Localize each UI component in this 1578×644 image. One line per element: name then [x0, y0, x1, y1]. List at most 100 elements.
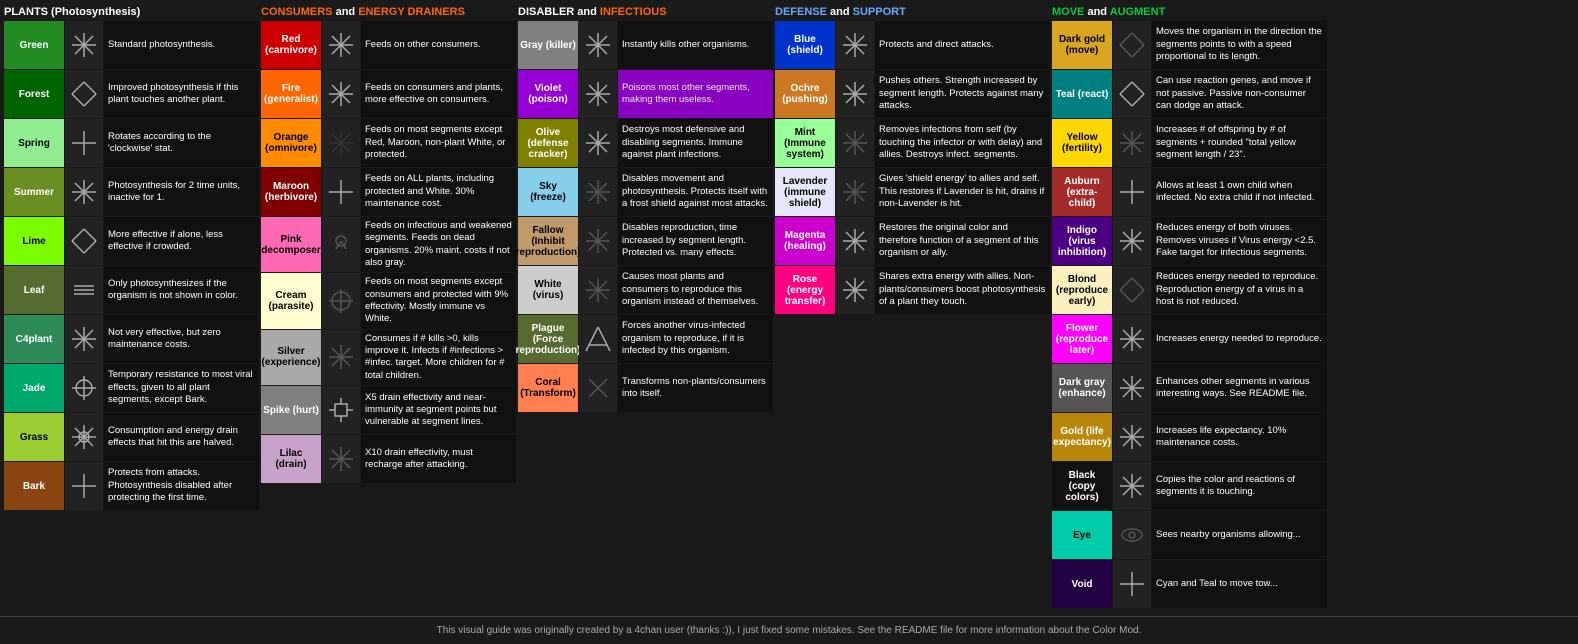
icon-void [1113, 560, 1151, 608]
table-row: Bark Protects from attacks. Photosynthes… [4, 462, 259, 510]
icon-sky [579, 168, 617, 216]
desc-leaf: Only photosynthesizes if the organism is… [104, 266, 259, 314]
color-forest: Forest [4, 70, 64, 118]
table-row: Spike (hurt) X5 drain effectivity and ne… [261, 386, 516, 434]
desc-black: Copies the color and reactions of segmen… [1152, 462, 1327, 510]
icon-jade [65, 364, 103, 412]
color-jade: Jade [4, 364, 64, 412]
icon-mint [836, 119, 874, 167]
plants-section: PLANTS (Photosynthesis) Green Standard p… [4, 4, 259, 608]
color-gray: Gray (killer) [518, 21, 578, 69]
desc-violet: Poisons most other segments, making them… [618, 70, 773, 118]
table-row: Olive (defense cracker) Destroys most de… [518, 119, 773, 167]
color-grass: Grass [4, 413, 64, 461]
desc-auburn: Allows at least 1 own child when infecte… [1152, 168, 1327, 216]
desc-gold: Increases life expectancy. 10% maintenan… [1152, 413, 1327, 461]
table-row: Void Cyan and Teal to move tow... [1052, 560, 1327, 608]
icon-blue [836, 21, 874, 69]
table-row: Lime More effective if alone, less effec… [4, 217, 259, 265]
desc-jade: Temporary resistance to most viral effec… [104, 364, 259, 412]
desc-orange: Feeds on most segments except Red, Maroo… [361, 119, 516, 167]
desc-indigo: Reduces energy of both viruses. Removes … [1152, 217, 1327, 265]
desc-c4plant: Not very effective, but zero maintenance… [104, 315, 259, 363]
color-coral: Coral (Transform) [518, 364, 578, 412]
color-lavender: Lavender (immune shield) [775, 168, 835, 216]
table-row: Dark gold (move) Moves the organism in t… [1052, 21, 1327, 69]
color-eye: Eye [1052, 511, 1112, 559]
color-pink: Pink (decomposer) [261, 217, 321, 272]
color-silver: Silver (experience) [261, 330, 321, 385]
icon-flower [1113, 315, 1151, 363]
table-row: Green Standard photosynthesis. [4, 21, 259, 69]
color-black: Black (copy colors) [1052, 462, 1112, 510]
color-dark-gray: Dark gray (enhance) [1052, 364, 1112, 412]
color-spring: Spring [4, 119, 64, 167]
desc-dark-gold: Moves the organism in the direction the … [1152, 21, 1327, 69]
desc-olive: Destroys most defensive and disabling se… [618, 119, 773, 167]
desc-maroon: Feeds on ALL plants, including protected… [361, 168, 516, 216]
move-section: MOVE and AUGMENT Dark gold (move) Moves … [1052, 4, 1327, 608]
defense-section: DEFENSE and SUPPORT Blue (shield) Protec… [775, 4, 1050, 608]
icon-forest [65, 70, 103, 118]
table-row: Teal (react) Can use reaction genes, and… [1052, 70, 1327, 118]
color-gold: Gold (life expectancy) [1052, 413, 1112, 461]
desc-mint: Removes infections from self (by touchin… [875, 119, 1050, 167]
table-row: Maroon (herbivore) Feeds on ALL plants, … [261, 168, 516, 216]
table-row: White (virus) Causes most plants and con… [518, 266, 773, 314]
table-row: Leaf Only photosynthesizes if the organi… [4, 266, 259, 314]
color-sky: Sky (freeze) [518, 168, 578, 216]
color-orange: Orange (omnivore) [261, 119, 321, 167]
color-auburn: Auburn (extra-child) [1052, 168, 1112, 216]
desc-spike: X5 drain effectivity and near-immunity a… [361, 386, 516, 434]
table-row: Red (carnivore) Feeds on other consumers… [261, 21, 516, 69]
desc-fire: Feeds on consumers and plants, more effe… [361, 70, 516, 118]
icon-lilac [322, 435, 360, 483]
table-row: Flower (reproduce later) Increases energ… [1052, 315, 1327, 363]
color-bark: Bark [4, 462, 64, 510]
icon-white [579, 266, 617, 314]
color-plague: Plague (Force reproduction) [518, 315, 578, 363]
table-row: Plague (Force reproduction) Forces anoth… [518, 315, 773, 363]
desc-plague: Forces another virus-infected organism t… [618, 315, 773, 363]
icon-indigo [1113, 217, 1151, 265]
icon-auburn [1113, 168, 1151, 216]
desc-lilac: X10 drain effectivity, must recharge aft… [361, 435, 516, 483]
move-header: MOVE and AUGMENT [1052, 4, 1327, 20]
color-violet: Violet (poison) [518, 70, 578, 118]
color-maroon: Maroon (herbivore) [261, 168, 321, 216]
desc-rose: Shares extra energy with allies. Non-pla… [875, 266, 1050, 314]
color-leaf: Leaf [4, 266, 64, 314]
color-c4plant: C4plant [4, 315, 64, 363]
consumers-header: CONSUMERS and ENERGY DRAINERS [261, 4, 516, 20]
table-row: Summer Photosynthesis for 2 time units, … [4, 168, 259, 216]
table-row: Yellow (fertility) Increases # of offspr… [1052, 119, 1327, 167]
icon-maroon [322, 168, 360, 216]
desc-lime: More effective if alone, less effective … [104, 217, 259, 265]
icon-magenta [836, 217, 874, 265]
icon-ochre [836, 70, 874, 118]
desc-blond: Reduces energy needed to reproduce. Repr… [1152, 266, 1327, 314]
disabler-header: DISABLER and INFECTIOUS [518, 4, 773, 20]
color-fire: Fire (generalist) [261, 70, 321, 118]
desc-lavender: Gives 'shield energy' to allies and self… [875, 168, 1050, 216]
desc-forest: Improved photosynthesis if this plant to… [104, 70, 259, 118]
desc-grass: Consumption and energy drain effects tha… [104, 413, 259, 461]
desc-silver: Consumes if # kills >0, kills improve it… [361, 330, 516, 385]
desc-fallow: Disables reproduction, time increased by… [618, 217, 773, 265]
color-dark-gold: Dark gold (move) [1052, 21, 1112, 69]
color-green: Green [4, 21, 64, 69]
table-row: Gold (life expectancy) Increases life ex… [1052, 413, 1327, 461]
color-fallow: Fallow (Inhibit reproduction) [518, 217, 578, 265]
icon-leaf [65, 266, 103, 314]
consumers-section: CONSUMERS and ENERGY DRAINERS Red (carni… [261, 4, 516, 608]
desc-sky: Disables movement and photosynthesis. Pr… [618, 168, 773, 216]
icon-gold [1113, 413, 1151, 461]
table-row: C4plant Not very effective, but zero mai… [4, 315, 259, 363]
table-row: Violet (poison) Poisons most other segme… [518, 70, 773, 118]
color-rose: Rose (energy transfer) [775, 266, 835, 314]
desc-teal: Can use reaction genes, and move if not … [1152, 70, 1327, 118]
desc-summer: Photosynthesis for 2 time units, inactiv… [104, 168, 259, 216]
icon-green [65, 21, 103, 69]
icon-dark-gray [1113, 364, 1151, 412]
table-row: Dark gray (enhance) Enhances other segme… [1052, 364, 1327, 412]
